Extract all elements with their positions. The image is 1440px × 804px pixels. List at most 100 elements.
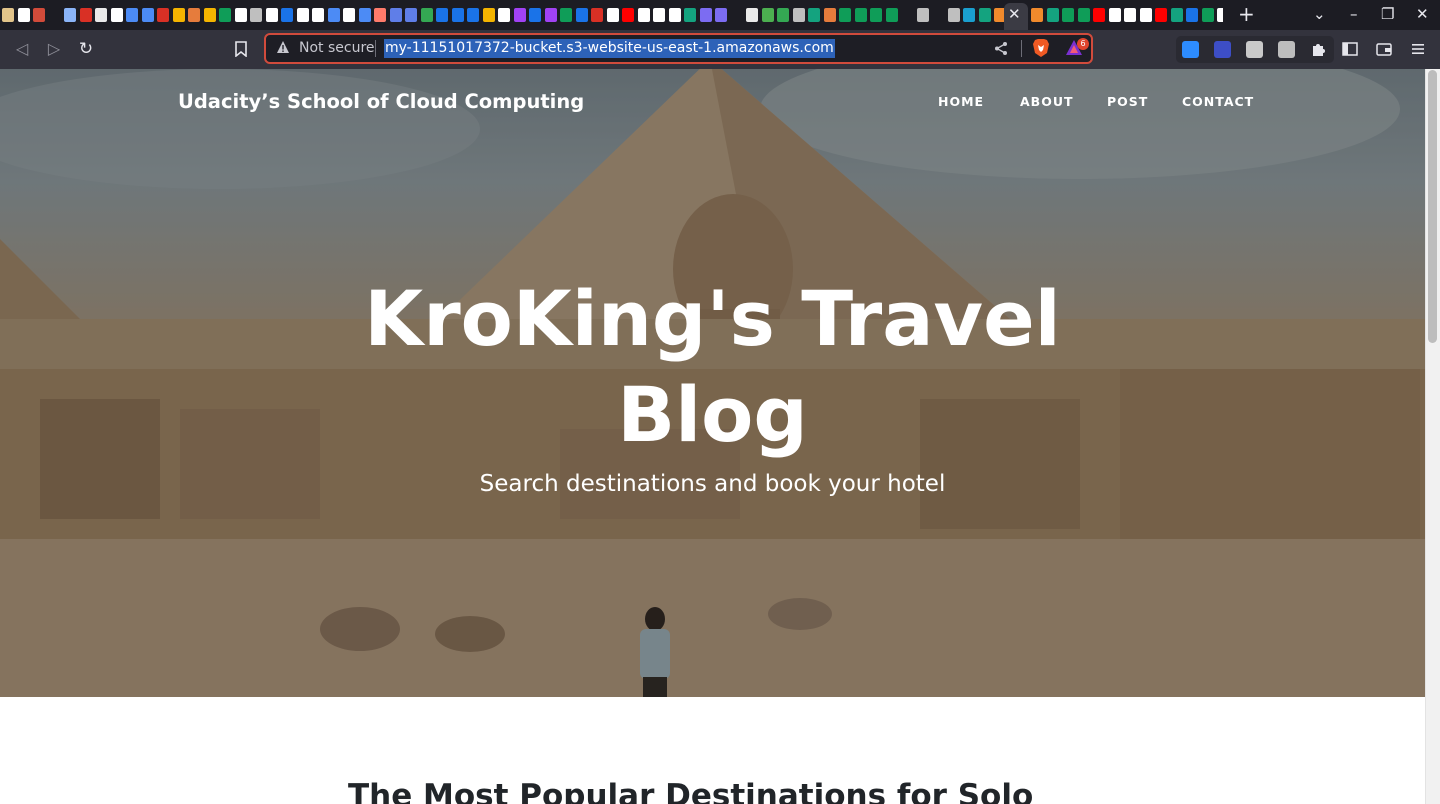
tab-favicon-icon[interactable]	[839, 8, 851, 22]
tab-search-dropdown-icon[interactable]: ⌄	[1313, 5, 1326, 23]
tab-favicon-icon[interactable]	[854, 8, 867, 22]
tab-favicon-icon[interactable]	[250, 8, 262, 22]
tab-favicon-icon[interactable]	[932, 8, 944, 22]
bookmark-icon[interactable]	[234, 41, 248, 57]
tab-favicon-icon[interactable]	[1046, 8, 1059, 22]
tab-favicon-icon[interactable]	[17, 8, 30, 22]
tab-favicon-icon[interactable]	[792, 8, 805, 22]
tab-favicon-icon[interactable]	[1201, 8, 1214, 22]
wallet-icon[interactable]	[1375, 40, 1393, 58]
tab-favicon-icon[interactable]	[777, 8, 789, 22]
tab-favicon-icon[interactable]	[1093, 8, 1105, 22]
share-icon[interactable]	[994, 41, 1008, 56]
tab-favicon-icon[interactable]	[1170, 8, 1183, 22]
tab-favicon-icon[interactable]	[482, 8, 495, 22]
tab-favicon-icon[interactable]	[2, 8, 14, 22]
tab-favicon-icon[interactable]	[978, 8, 991, 22]
tab-favicon-icon[interactable]	[358, 8, 371, 22]
warning-icon[interactable]	[276, 40, 290, 54]
tab-favicon-icon[interactable]	[622, 8, 634, 22]
tab-favicon-icon[interactable]	[64, 8, 76, 22]
tab-favicon-icon[interactable]	[451, 8, 464, 22]
tab-favicon-icon[interactable]	[203, 8, 216, 22]
tab-favicon-icon[interactable]	[157, 8, 169, 22]
tab-favicon-icon[interactable]	[110, 8, 123, 22]
tab-favicon-icon[interactable]	[281, 8, 293, 22]
maximize-button[interactable]: ❐	[1381, 5, 1394, 23]
tab-favicon-icon[interactable]	[188, 8, 200, 22]
scrollbar-thumb[interactable]	[1428, 70, 1437, 343]
tab-favicon-icon[interactable]	[1139, 8, 1152, 22]
tab-favicon-icon[interactable]	[947, 8, 960, 22]
close-tab-icon[interactable]: ✕	[1008, 6, 1021, 22]
tumblr-extension-icon[interactable]	[1214, 41, 1231, 58]
tab-favicon-icon[interactable]	[234, 8, 247, 22]
tab-favicon-icon[interactable]	[79, 8, 92, 22]
tab-favicon-icon[interactable]	[374, 8, 386, 22]
security-label[interactable]: Not secure	[299, 40, 375, 57]
tab-favicon-icon[interactable]	[48, 8, 61, 22]
tab-favicon-icon[interactable]	[808, 8, 820, 22]
tab-favicon-icon[interactable]	[327, 8, 340, 22]
site-brand-link[interactable]: Udacity’s School of Cloud Computing	[178, 89, 584, 115]
tab-favicon-icon[interactable]	[389, 8, 402, 22]
nav-about[interactable]: ABOUT	[1020, 94, 1074, 110]
tab-favicon-icon[interactable]	[544, 8, 557, 22]
tab-favicon-icon[interactable]	[606, 8, 619, 22]
nav-post[interactable]: POST	[1107, 94, 1148, 110]
tab-favicon-icon[interactable]	[699, 8, 712, 22]
tab-favicon-icon[interactable]	[1108, 8, 1121, 22]
url-text[interactable]: my-11151017372-bucket.s3-website-us-east…	[384, 39, 835, 58]
tab-favicon-icon[interactable]	[172, 8, 185, 22]
tab-favicon-icon[interactable]	[870, 8, 882, 22]
sidebar-icon[interactable]	[1341, 40, 1359, 58]
tab-favicon-icon[interactable]	[575, 8, 588, 22]
tab-favicon-icon[interactable]	[1124, 8, 1136, 22]
tab-favicon-icon[interactable]	[265, 8, 278, 22]
tab-favicon-icon[interactable]	[885, 8, 898, 22]
tab-favicon-icon[interactable]	[296, 8, 309, 22]
tab-favicon-icon[interactable]	[901, 8, 913, 22]
tab-favicon-icon[interactable]	[1155, 8, 1167, 22]
tab-favicon-icon[interactable]	[591, 8, 603, 22]
tab-favicon-icon[interactable]	[1186, 8, 1198, 22]
new-tab-button[interactable]: +	[1238, 4, 1255, 24]
minimize-button[interactable]: –	[1350, 5, 1358, 23]
tab-favicon-icon[interactable]	[730, 8, 743, 22]
tab-favicon-icon[interactable]	[343, 8, 355, 22]
tab-favicon-icon[interactable]	[95, 8, 107, 22]
tab-favicon-icon[interactable]	[668, 8, 681, 22]
tab-favicon-icon[interactable]	[653, 8, 665, 22]
reload-button[interactable]: ↻	[76, 40, 96, 58]
tab-favicon-icon[interactable]	[513, 8, 526, 22]
tab-favicon-icon[interactable]	[761, 8, 774, 22]
tab-favicon-icon[interactable]	[405, 8, 417, 22]
tab-favicon-icon[interactable]	[823, 8, 836, 22]
tab-favicon-icon[interactable]	[436, 8, 448, 22]
forward-button[interactable]: ▷	[44, 40, 64, 58]
tab-favicon-icon[interactable]	[219, 8, 231, 22]
tab-favicon-icon[interactable]	[746, 8, 758, 22]
tab-favicon-icon[interactable]	[1077, 8, 1090, 22]
tab-favicon-icon[interactable]	[126, 8, 138, 22]
tab-favicon-icon[interactable]	[33, 8, 45, 22]
zoom-extension-icon[interactable]	[1182, 41, 1199, 58]
nav-contact[interactable]: CONTACT	[1182, 94, 1254, 110]
extension-icon[interactable]	[1246, 41, 1263, 58]
tab-favicon-icon[interactable]	[916, 8, 929, 22]
tab-favicon-icon[interactable]	[1031, 8, 1043, 22]
tab-favicon-icon[interactable]	[312, 8, 324, 22]
tab-favicon-icon[interactable]	[1217, 8, 1223, 22]
tab-favicon-icon[interactable]	[963, 8, 975, 22]
tab-favicon-icon[interactable]	[637, 8, 650, 22]
tab-favicon-icon[interactable]	[529, 8, 541, 22]
tab-favicon-icon[interactable]	[715, 8, 727, 22]
nav-home[interactable]: HOME	[938, 94, 984, 110]
tab-favicon-icon[interactable]	[420, 8, 433, 22]
menu-icon[interactable]	[1410, 40, 1426, 58]
close-window-button[interactable]: ✕	[1416, 5, 1429, 23]
brave-shields-icon[interactable]	[1032, 38, 1050, 58]
extension-icon-2[interactable]	[1278, 41, 1295, 58]
tab-favicon-icon[interactable]	[467, 8, 479, 22]
tab-favicon-icon[interactable]	[560, 8, 572, 22]
